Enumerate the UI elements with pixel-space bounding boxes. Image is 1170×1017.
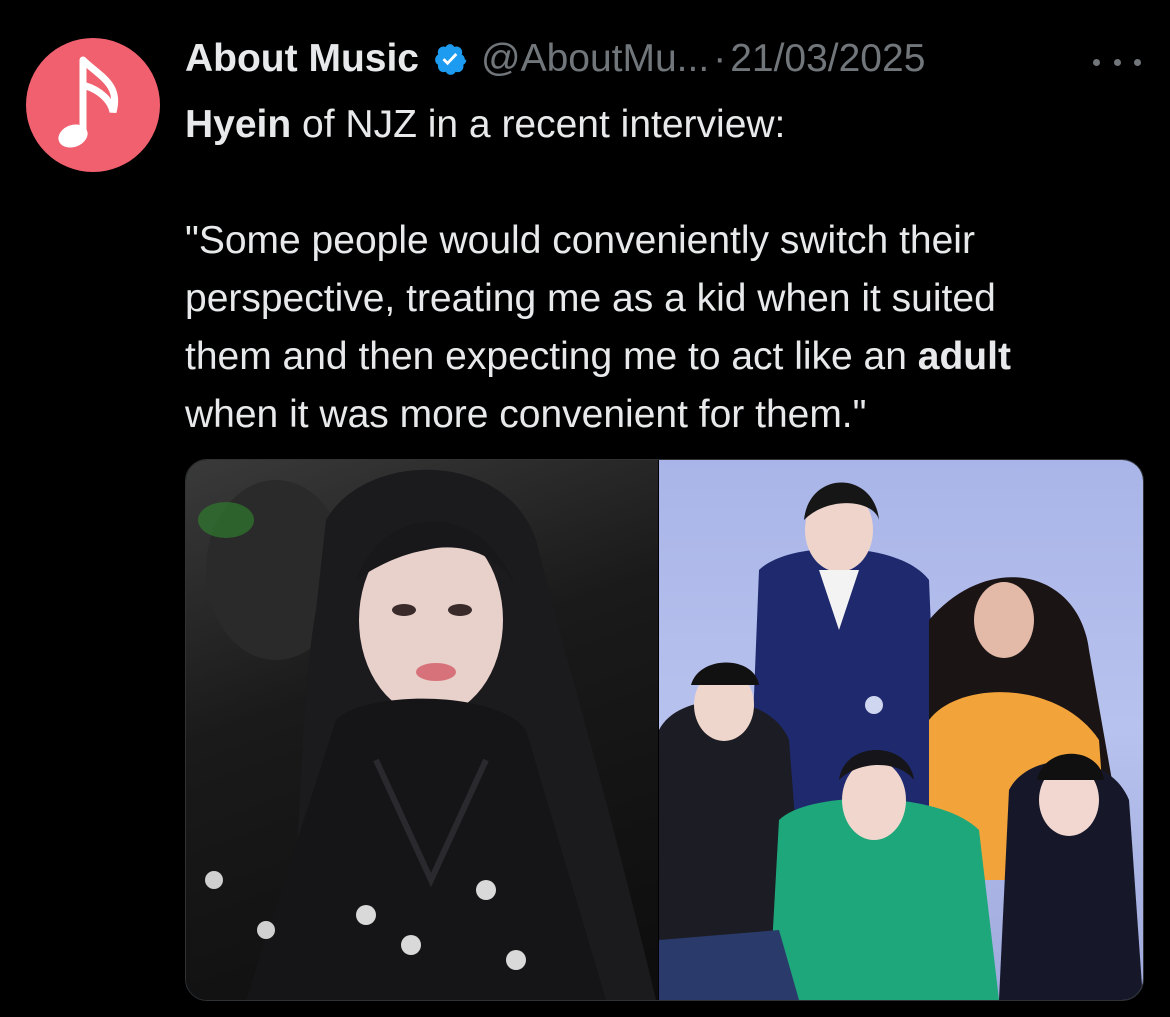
author-display-name[interactable]: About Music: [185, 37, 419, 81]
quote-line-3-bold: adult: [917, 335, 1011, 378]
verified-badge-icon[interactable]: [433, 42, 467, 76]
post-header: About Music @AboutMu... · 21/03/2025: [185, 34, 925, 84]
more-dot: [1134, 58, 1141, 66]
music-note-icon: [58, 56, 119, 148]
post-lead-line: Hyein of NJZ in a recent interview:: [185, 96, 1160, 154]
more-dot: [1113, 58, 1121, 66]
more-horizontal-icon[interactable]: [1093, 52, 1141, 72]
portrait-photo-illustration: [198, 469, 656, 1000]
quote-line-2: perspective, treating me as a kid when i…: [185, 277, 996, 320]
quote-line-4: when it was more convenient for them.": [185, 393, 867, 436]
more-dot: [1093, 58, 1100, 66]
author-avatar[interactable]: [26, 38, 160, 172]
quote-line-3-pre: them and then expecting me to act like a…: [185, 335, 918, 378]
author-handle[interactable]: @AboutMu...: [481, 37, 709, 81]
post-text: Hyein of NJZ in a recent interview: "Som…: [185, 96, 1160, 444]
post-date[interactable]: 21/03/2025: [730, 37, 925, 81]
media-photo-2[interactable]: [659, 460, 1143, 1000]
post-lead-bold: Hyein: [185, 103, 292, 146]
quote-line-1: "Some people would conveniently switch t…: [185, 219, 975, 262]
group-photo-illustration: [659, 482, 1143, 1000]
quote-line-3: them and then expecting me to act like a…: [185, 328, 1160, 386]
media-photo-1[interactable]: [186, 460, 658, 1000]
post-lead-rest: of NJZ in a recent interview:: [291, 103, 786, 146]
post-media-grid: [185, 459, 1144, 1001]
header-separator: ·: [713, 37, 727, 80]
